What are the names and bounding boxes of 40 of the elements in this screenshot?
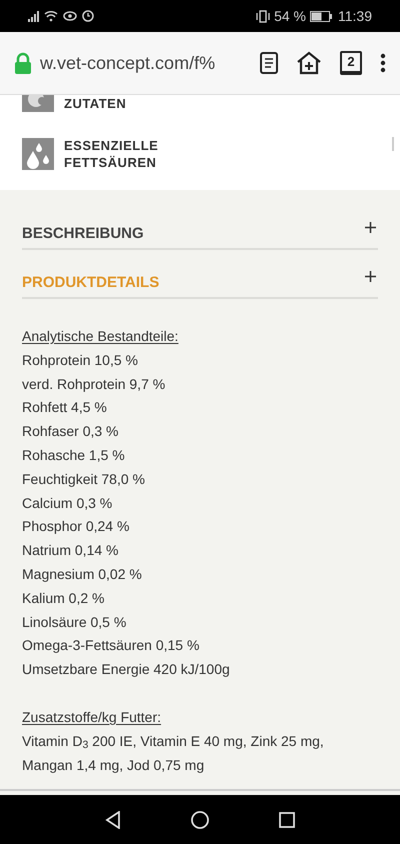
detail-line: Calcium 0,3 % <box>22 494 114 513</box>
accordion-header[interactable]: BESCHREIBUNG <box>22 220 378 250</box>
feature-label: ESSENZIELLE FETTSÄUREN <box>64 137 160 171</box>
plus-icon <box>365 222 376 232</box>
detail-line: Natrium 0,14 % <box>22 541 120 560</box>
alarm-icon <box>82 10 94 22</box>
tab-count-button[interactable]: 2 <box>340 51 362 75</box>
detail-line: verd. Rohprotein 9,7 % <box>22 374 166 394</box>
more-menu-icon[interactable] <box>380 53 386 73</box>
wifi-icon <box>44 10 58 22</box>
detail-line: Linolsäure 0,5 % <box>22 612 128 632</box>
recents-icon[interactable] <box>279 812 295 828</box>
detail-line: Feuchtigkeit 78,0 % <box>22 470 146 489</box>
detail-line: Kalium 0,2 % <box>22 588 106 608</box>
detail-line: Magnesium 0,02 % <box>22 564 143 584</box>
detail-line: Rohfaser 0,3 % <box>22 422 120 442</box>
detail-line: Rohprotein 10,5 % <box>22 350 139 370</box>
detail-line: Rohfett 4,5 % <box>22 398 108 418</box>
section-heading: Analytische Bestandteile: <box>22 327 180 346</box>
section-heading: Zusatzstoffe/kg Futter: <box>22 708 162 727</box>
detail-line: Phosphor 0,24 % <box>22 517 130 536</box>
url-field[interactable]: w.vet-concept.com/f% <box>40 50 216 76</box>
drops-icon <box>22 138 54 170</box>
clock-time: 11:39 <box>338 6 372 26</box>
detail-line: Vitamin D$_{3}$ 200 IE, Vitamin E 40 mg, Zink 25 mg, Mangan 1,4 mg, Jod 0,75 mg <box>22 732 325 775</box>
detail-line: Umsetzbare Energie 420 kJ/100g <box>22 660 231 680</box>
vibrate-icon <box>256 10 270 22</box>
add-to-home-icon[interactable] <box>296 51 322 75</box>
detail-line: Rohasche 1,5 % <box>22 446 126 465</box>
back-icon[interactable] <box>105 810 121 828</box>
lock-icon <box>14 52 32 74</box>
battery-percent: 54 % <box>274 6 306 26</box>
home-icon[interactable] <box>191 810 209 828</box>
detail-line: Omega-3-Fettsäuren 0,15 % <box>22 636 200 656</box>
document-icon[interactable] <box>260 52 278 74</box>
feature-label: ZUTATEN <box>64 95 128 112</box>
eye-icon <box>63 11 77 21</box>
plus-icon <box>365 270 376 282</box>
signal-icon <box>28 10 39 22</box>
battery-icon <box>310 10 332 22</box>
